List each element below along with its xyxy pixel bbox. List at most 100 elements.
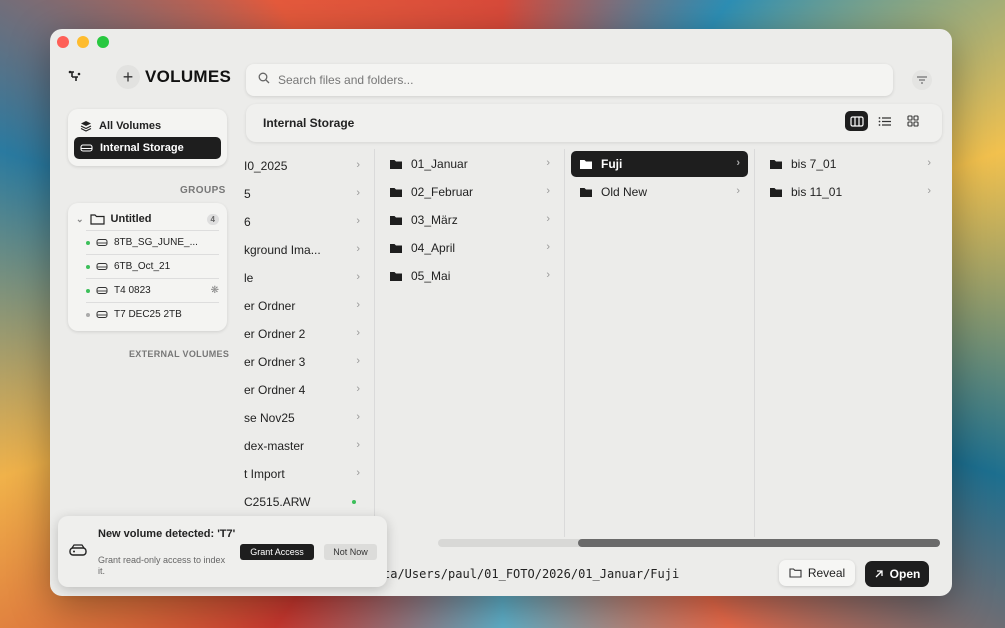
list-item[interactable]: se Nov25 › [244,405,368,431]
page-title: Internal Storage [263,116,355,130]
drive-item[interactable]: T4 0823 ❋ [86,278,219,302]
not-now-button[interactable]: Not Now [324,544,377,560]
folder-icon [389,215,403,226]
group-header[interactable]: ⌄ Untitled 4 [76,208,219,230]
sidebar-item-label: All Volumes [99,120,162,132]
grid-view-button[interactable] [901,111,924,131]
column-3: Fuji › Old New › [565,149,755,537]
list-item[interactable]: le › [244,265,368,291]
list-item[interactable]: er Ordner 2 › [244,321,368,347]
folder-row[interactable]: 04_April › [381,235,558,261]
reveal-label: Reveal [807,566,846,580]
item-label: kground Ima... [244,243,321,257]
network-node-icon [68,69,82,87]
grid-icon [906,115,919,127]
folder-row[interactable]: 01_Januar › [381,151,558,177]
view-toggle [845,111,924,131]
column-1: I0_2025 › 5 › 6 › kground Ima... › le › er Ordner ›… [244,149,375,537]
folder-icon [389,187,403,198]
arrow-up-right-icon [874,569,884,579]
minimize-window-button[interactable] [77,36,89,48]
drive-icon [96,310,108,319]
folder-row[interactable]: 05_Mai › [381,263,558,289]
drive-item[interactable]: 6TB_Oct_21 [86,254,219,278]
content-header: Internal Storage [246,104,942,142]
scrollbar-thumb[interactable] [578,539,940,547]
chevron-right-icon: › [356,439,360,451]
column-4: bis 7_01 › bis 11_01 › [755,149,945,537]
open-button[interactable]: Open [865,561,929,587]
stack-icon [80,120,92,132]
column-view-button[interactable] [845,111,868,131]
close-window-button[interactable] [57,36,69,48]
list-item[interactable]: kground Ima... › [244,237,368,263]
add-volume-button[interactable]: + [116,65,140,89]
sidebar-item-internal-storage[interactable]: Internal Storage [74,137,221,159]
group-panel: ⌄ Untitled 4 8TB_SG_JUNE_... 6TB_Oct_21 … [68,203,227,331]
search-bar[interactable] [246,64,893,96]
item-label: dex-master [244,439,305,453]
app-window: + VOLUMES All Volumes Internal Storage G… [50,29,952,596]
sidebar-item-all-volumes[interactable]: All Volumes [74,115,221,137]
drive-label: T7 DEC25 2TB [114,309,182,320]
status-dot [86,288,90,293]
toast-title: New volume detected: 'T7' [98,528,236,540]
list-view-button[interactable] [873,111,896,131]
folder-row[interactable]: 03_März › [381,207,558,233]
reveal-button[interactable]: Reveal [779,560,855,586]
open-label: Open [889,567,921,581]
drive-label: 8TB_SG_JUNE_... [114,237,198,248]
folder-row[interactable]: Old New › [571,179,748,205]
folder-icon [389,159,403,170]
folder-icon [769,159,783,170]
list-icon [878,116,891,126]
status-dot [86,240,90,245]
item-label: 5 [244,187,251,201]
drive-icon [68,544,88,563]
chevron-down-icon[interactable]: ⌄ [76,214,84,225]
chevron-right-icon: › [546,241,550,253]
list-item[interactable]: C2515.ARW [244,489,368,515]
filter-button[interactable] [912,70,932,90]
folder-row[interactable]: 02_Februar › [381,179,558,205]
list-item[interactable]: dex-master › [244,433,368,459]
sidebar-item-label: Internal Storage [100,142,184,154]
search-input[interactable] [278,73,838,87]
item-label: er Ordner 2 [244,327,306,341]
list-item[interactable]: er Ordner 3 › [244,349,368,375]
item-label: er Ordner [244,299,296,313]
folder-icon [389,243,403,254]
item-label: Old New [601,185,648,199]
external-volumes-heading: EXTERNAL VOLUMES [129,349,230,359]
horizontal-scrollbar[interactable] [438,539,940,547]
list-item[interactable]: I0_2025 › [244,153,368,179]
folder-icon [389,271,403,282]
item-label: er Ordner 3 [244,355,306,369]
chevron-right-icon: › [927,185,931,197]
grant-access-button[interactable]: Grant Access [240,544,314,560]
columns-icon [849,115,864,127]
list-item[interactable]: er Ordner › [244,293,368,319]
item-label: 04_April [411,241,456,255]
chevron-right-icon: › [546,157,550,169]
drive-label: T4 0823 [114,285,151,296]
list-item[interactable]: 6 › [244,209,368,235]
folder-row[interactable]: bis 11_01 › [761,179,939,205]
list-item[interactable]: t Import › [244,461,368,487]
item-label: 02_Februar [411,185,474,199]
item-label: 01_Januar [411,157,468,171]
folder-row[interactable]: Fuji › [571,151,748,177]
item-label: bis 11_01 [791,185,843,199]
chevron-right-icon: › [356,411,360,423]
list-item[interactable]: 5 › [244,181,368,207]
drive-icon [96,238,108,247]
chevron-right-icon: › [546,269,550,281]
list-item[interactable]: er Ordner 4 › [244,377,368,403]
chevron-right-icon: › [356,383,360,395]
item-label: C2515.ARW [244,495,311,509]
drive-item[interactable]: T7 DEC25 2TB [86,302,219,326]
drive-item[interactable]: 8TB_SG_JUNE_... [86,230,219,254]
chevron-right-icon: › [356,299,360,311]
folder-row[interactable]: bis 7_01 › [761,151,939,177]
zoom-window-button[interactable] [97,36,109,48]
